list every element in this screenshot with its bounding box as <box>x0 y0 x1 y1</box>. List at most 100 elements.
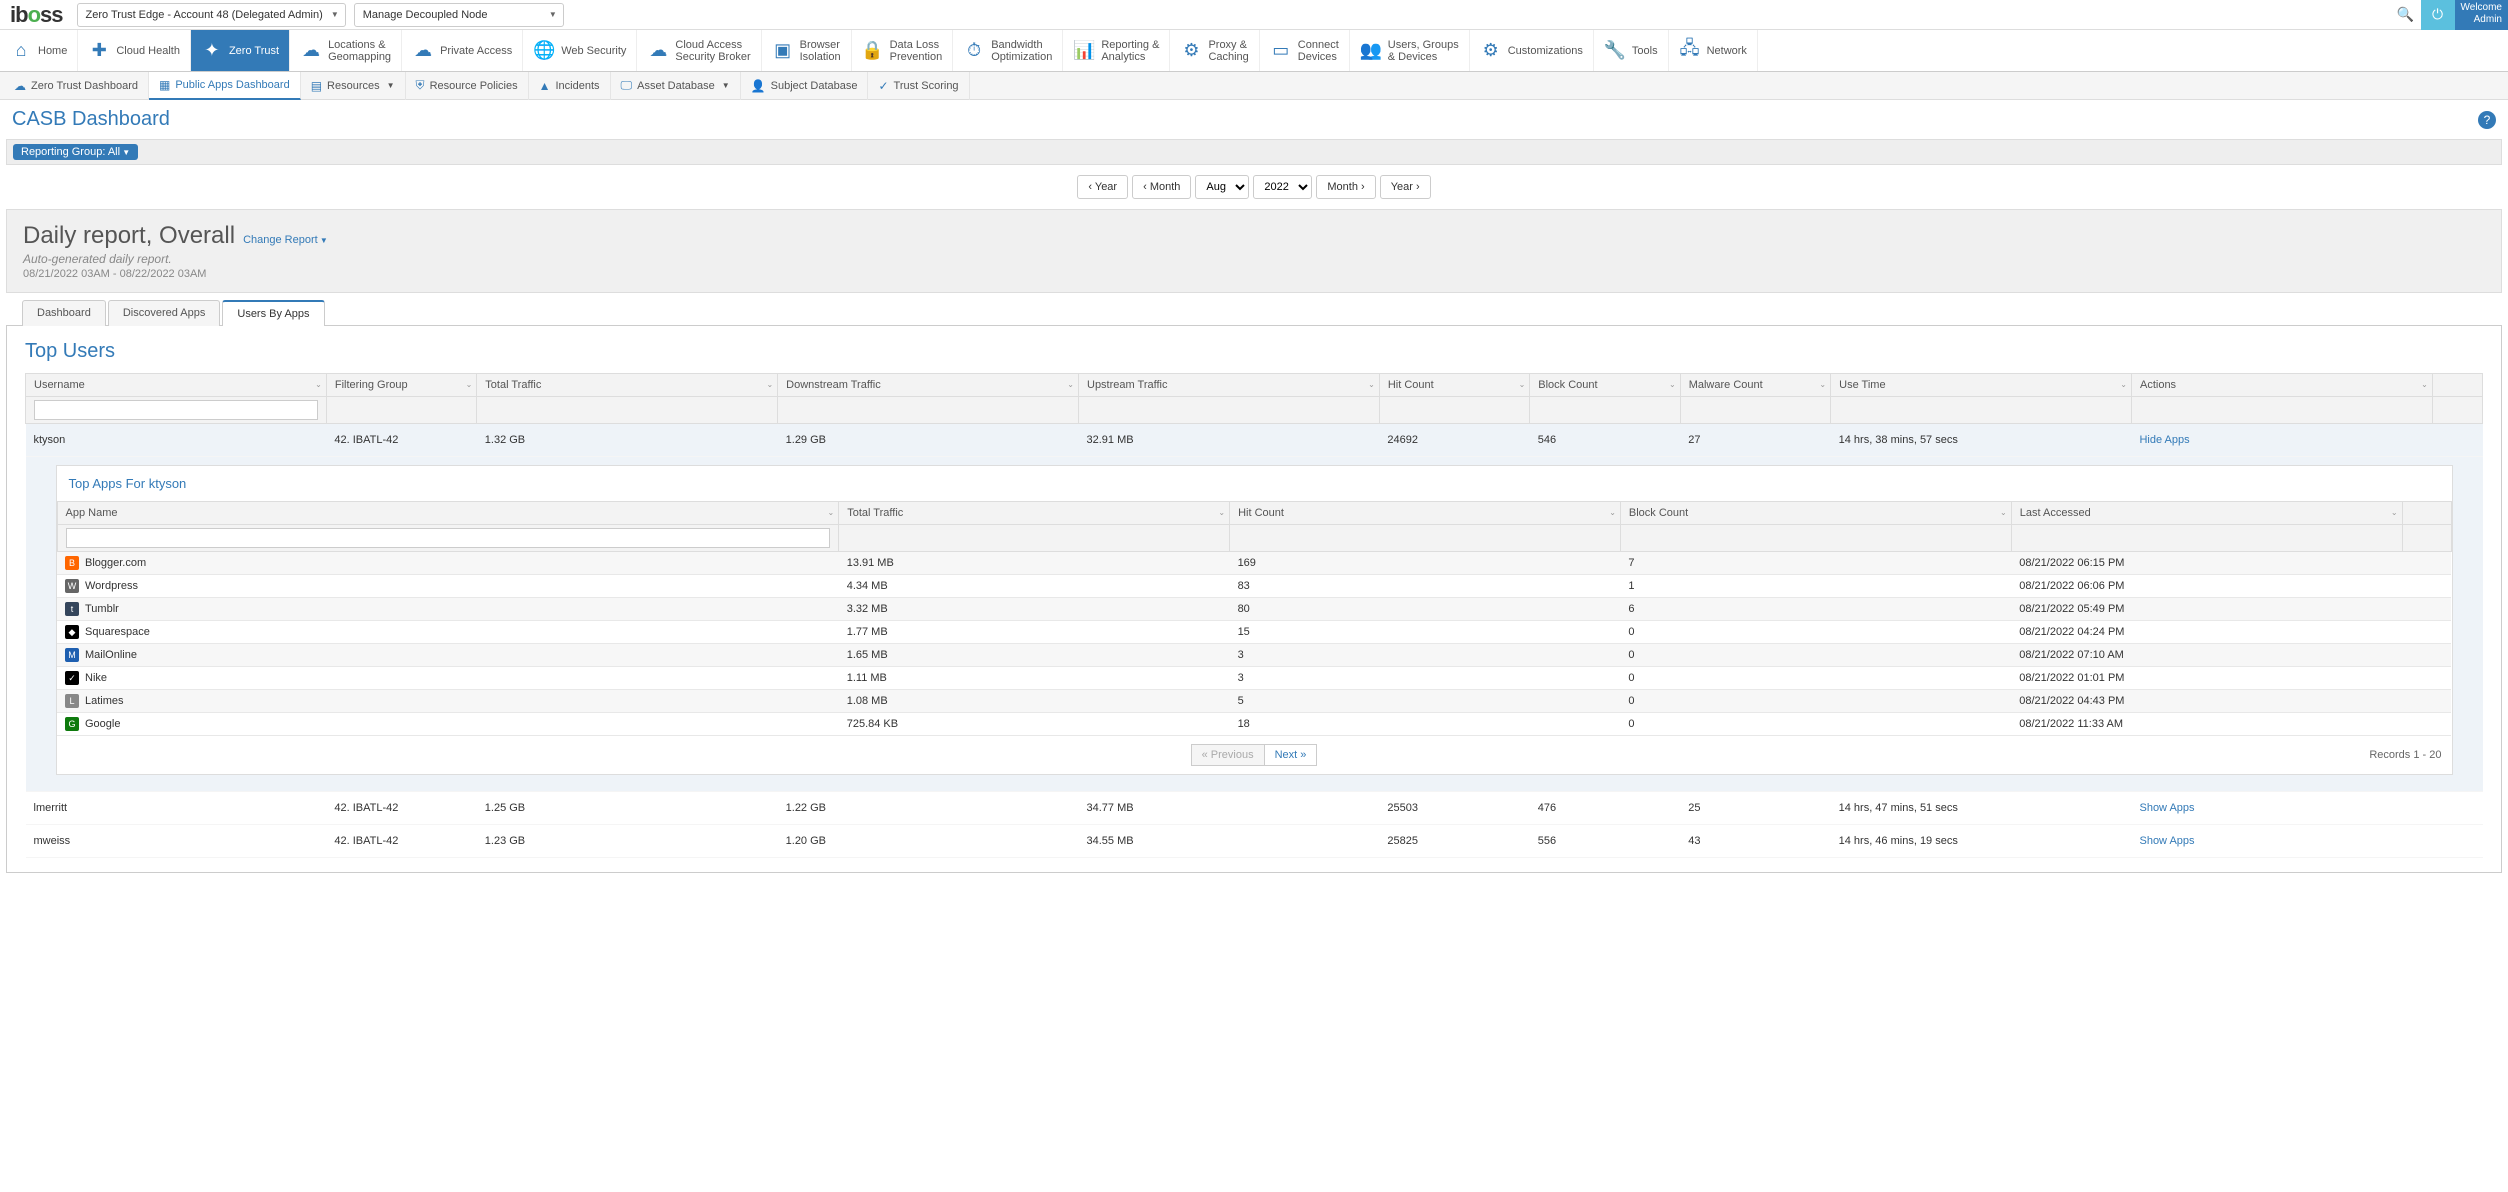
app-row: LLatimes 1.08 MB 5 0 08/21/2022 04:43 PM <box>57 690 2451 713</box>
subnav-item[interactable]: ⛨Resource Policies <box>406 72 529 100</box>
cell-username: ktyson <box>26 424 327 457</box>
nav-icon: ⏱ <box>963 40 985 62</box>
prev-year-button[interactable]: ‹ Year <box>1077 175 1128 199</box>
apps-col-spacer <box>2402 502 2451 525</box>
users-col-header[interactable]: Actions⌄ <box>2131 374 2432 397</box>
sort-icon[interactable]: ⌄ <box>2000 508 2007 517</box>
sort-icon[interactable]: ⌄ <box>1067 380 1074 389</box>
logo: iboss <box>0 2 73 28</box>
app-row: BBlogger.com 13.91 MB 169 7 08/21/2022 0… <box>57 552 2451 575</box>
mainnav-item[interactable]: 🌐Web Security <box>523 30 637 71</box>
apps-col-header[interactable]: Hit Count⌄ <box>1230 502 1621 525</box>
apps-col-header[interactable]: Last Accessed⌄ <box>2011 502 2402 525</box>
mainnav-item[interactable]: ☁Cloud AccessSecurity Broker <box>637 30 761 71</box>
app-hc: 83 <box>1230 575 1621 598</box>
users-col-header[interactable]: Filtering Group⌄ <box>326 374 476 397</box>
users-col-header[interactable]: Upstream Traffic⌄ <box>1079 374 1380 397</box>
mainnav-item[interactable]: ☁Locations &Geomapping <box>290 30 402 71</box>
app-icon: M <box>65 648 79 662</box>
year-select[interactable]: 2022 <box>1253 175 1312 199</box>
cell-ut: 34.77 MB <box>1079 792 1380 825</box>
app-hc: 3 <box>1230 644 1621 667</box>
sort-icon[interactable]: ⌄ <box>1819 380 1826 389</box>
welcome-badge[interactable]: Welcome Admin <box>2455 0 2508 30</box>
app-la: 08/21/2022 11:33 AM <box>2011 713 2402 736</box>
nav-icon: ⚙ <box>1180 40 1202 62</box>
users-col-header[interactable]: Hit Count⌄ <box>1379 374 1529 397</box>
mainnav-item[interactable]: 🔧Tools <box>1594 30 1669 71</box>
reporting-group-chip[interactable]: Reporting Group: All <box>13 144 138 160</box>
username-filter-input[interactable] <box>34 400 318 420</box>
app-bc: 6 <box>1620 598 2011 621</box>
mainnav-item[interactable]: ▭ConnectDevices <box>1260 30 1350 71</box>
sort-icon[interactable]: ⌄ <box>1368 380 1375 389</box>
mainnav-item[interactable]: 🔒Data LossPrevention <box>852 30 954 71</box>
mainnav-item[interactable]: ✦Zero Trust <box>191 30 290 71</box>
sort-icon[interactable]: ⌄ <box>1218 508 1225 517</box>
users-col-header[interactable]: Use Time⌄ <box>1831 374 2132 397</box>
subnav-icon: ⛨ <box>416 78 425 93</box>
sort-icon[interactable]: ⌄ <box>466 380 473 389</box>
apps-col-header[interactable]: Block Count⌄ <box>1620 502 2011 525</box>
node-dropdown[interactable]: Manage Decoupled Node <box>354 3 564 27</box>
mainnav-item[interactable]: ✚Cloud Health <box>78 30 191 71</box>
help-icon[interactable]: ? <box>2478 111 2496 129</box>
tab[interactable]: Users By Apps <box>222 300 324 326</box>
users-col-header[interactable]: Total Traffic⌄ <box>477 374 778 397</box>
subnav-icon: ▤ <box>311 79 322 93</box>
users-col-header[interactable]: Downstream Traffic⌄ <box>778 374 1079 397</box>
subnav-item[interactable]: ▦Public Apps Dashboard <box>149 72 301 100</box>
apps-panel-title: Top Apps For ktyson <box>57 466 2452 501</box>
mainnav-item[interactable]: ⚙Proxy &Caching <box>1170 30 1259 71</box>
toggle-apps-link[interactable]: Hide Apps <box>2139 434 2189 446</box>
nav-icon: 🔒 <box>862 40 884 62</box>
subnav-item[interactable]: ☁Zero Trust Dashboard <box>4 72 149 100</box>
mainnav-item[interactable]: ⌂Home <box>0 30 78 71</box>
search-icon[interactable]: 🔍 <box>2391 0 2421 30</box>
mainnav-item[interactable]: ☁Private Access <box>402 30 523 71</box>
prev-month-button[interactable]: ‹ Month <box>1132 175 1191 199</box>
change-report-link[interactable]: Change Report <box>243 234 328 246</box>
cell-fg: 42. IBATL-42 <box>326 424 476 457</box>
sort-icon[interactable]: ⌄ <box>828 508 835 517</box>
users-col-header[interactable]: Username⌄ <box>26 374 327 397</box>
sort-icon[interactable]: ⌄ <box>1609 508 1616 517</box>
subnav-item[interactable]: 👤Subject Database <box>741 72 869 100</box>
apps-col-header[interactable]: Total Traffic⌄ <box>839 502 1230 525</box>
top-apps-panel: Top Apps For ktyson App Name⌄Total Traff… <box>56 465 2453 775</box>
subnav-item[interactable]: ▲Incidents <box>529 72 611 100</box>
sort-icon[interactable]: ⌄ <box>2421 380 2428 389</box>
power-icon[interactable]: ⏻ <box>2421 0 2455 30</box>
month-select[interactable]: Aug <box>1195 175 1249 199</box>
account-dropdown[interactable]: Zero Trust Edge - Account 48 (Delegated … <box>77 3 346 27</box>
mainnav-item[interactable]: ⚙Customizations <box>1470 30 1594 71</box>
sort-icon[interactable]: ⌄ <box>2120 380 2127 389</box>
next-year-button[interactable]: Year › <box>1380 175 1431 199</box>
subnav-item[interactable]: ✓Trust Scoring <box>868 72 969 100</box>
subnav-item[interactable]: 🖵Asset Database▼ <box>611 72 741 100</box>
apps-col-header[interactable]: App Name⌄ <box>57 502 839 525</box>
sort-icon[interactable]: ⌄ <box>315 380 322 389</box>
mainnav-item[interactable]: 🖧Network <box>1669 30 1758 71</box>
toggle-apps-link[interactable]: Show Apps <box>2139 835 2194 847</box>
app-icon: ✓ <box>65 671 79 685</box>
sort-icon[interactable]: ⌄ <box>1519 380 1526 389</box>
users-col-header[interactable]: Malware Count⌄ <box>1680 374 1830 397</box>
appname-filter-input[interactable] <box>66 528 831 548</box>
users-col-header[interactable]: Block Count⌄ <box>1530 374 1680 397</box>
toggle-apps-link[interactable]: Show Apps <box>2139 802 2194 814</box>
sort-icon[interactable]: ⌄ <box>2391 508 2398 517</box>
sort-icon[interactable]: ⌄ <box>766 380 773 389</box>
mainnav-item[interactable]: 👥Users, Groups& Devices <box>1350 30 1470 71</box>
next-month-button[interactable]: Month › <box>1316 175 1375 199</box>
next-page-button[interactable]: Next » <box>1265 744 1318 766</box>
mainnav-item[interactable]: ⏱BandwidthOptimization <box>953 30 1063 71</box>
tab[interactable]: Discovered Apps <box>108 300 221 326</box>
cell-bc: 476 <box>1530 792 1680 825</box>
main-nav: ⌂Home✚Cloud Health✦Zero Trust☁Locations … <box>0 30 2508 72</box>
mainnav-item[interactable]: ▣BrowserIsolation <box>762 30 852 71</box>
subnav-item[interactable]: ▤Resources▼ <box>301 72 406 100</box>
sort-icon[interactable]: ⌄ <box>1669 380 1676 389</box>
tab[interactable]: Dashboard <box>22 300 106 326</box>
mainnav-item[interactable]: 📊Reporting &Analytics <box>1063 30 1170 71</box>
